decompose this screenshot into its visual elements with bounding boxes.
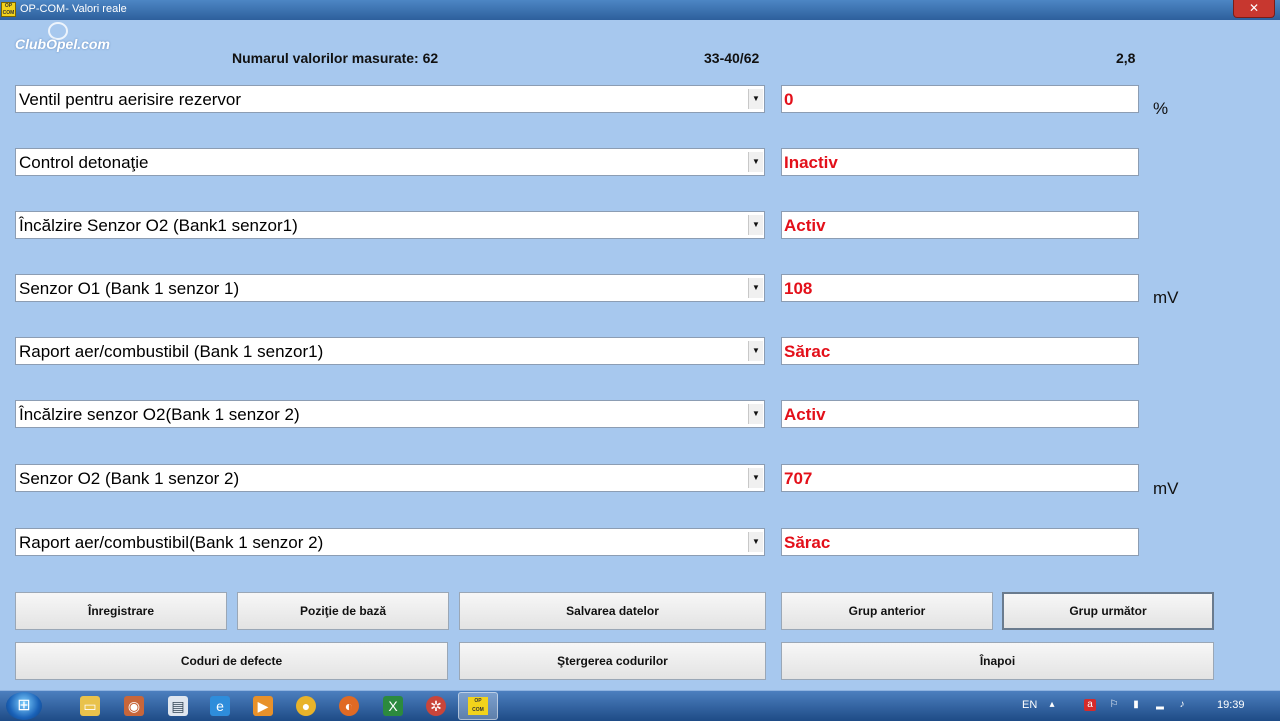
tray-expand-icon[interactable]: ▴ xyxy=(1046,699,1058,711)
parameter-select-2[interactable]: Control detonaţie ▼ xyxy=(15,148,765,176)
opcom-taskbar-icon: OP COM xyxy=(468,697,488,715)
record-button[interactable]: Înregistrare xyxy=(15,592,227,630)
dropdown-arrow-icon[interactable]: ▼ xyxy=(748,152,763,172)
clear-codes-button[interactable]: Ştergerea codurilor xyxy=(459,642,766,680)
value-field-6: Activ xyxy=(781,400,1139,428)
parameter-label: Raport aer/combustibil(Bank 1 senzor 2) xyxy=(19,533,324,552)
value-text: Activ xyxy=(784,216,826,235)
media-icon[interactable]: ◉ xyxy=(124,696,144,716)
base-position-button[interactable]: Poziţie de bază xyxy=(237,592,449,630)
parameter-select-1[interactable]: Ventil pentru aerisire rezervor ▼ xyxy=(15,85,765,113)
language-indicator[interactable]: EN xyxy=(1022,699,1037,711)
value-text: Sărac xyxy=(784,533,831,552)
unit-label-4: mV xyxy=(1153,288,1179,307)
document-icon[interactable]: ▤ xyxy=(168,696,188,716)
volume-icon[interactable]: ♪ xyxy=(1176,699,1188,711)
opcom-taskbar-button[interactable]: OP COM xyxy=(458,692,498,720)
parameter-label: Senzor O2 (Bank 1 senzor 2) xyxy=(19,469,240,488)
parameter-label: Încălzire Senzor O2 (Bank1 senzor1) xyxy=(19,216,298,235)
value-text: Inactiv xyxy=(784,153,838,172)
parameter-label: Ventil pentru aerisire rezervor xyxy=(19,90,242,109)
parameter-select-4[interactable]: Senzor O1 (Bank 1 senzor 1) ▼ xyxy=(15,274,765,302)
values-range: 33-40/62 xyxy=(704,50,760,66)
unit-label-1: % xyxy=(1153,99,1169,118)
value-text: Sărac xyxy=(784,342,831,361)
parameter-select-5[interactable]: Raport aer/combustibil (Bank 1 senzor1) … xyxy=(15,337,765,365)
opcom-app-icon: OP COM xyxy=(1,2,16,17)
value-text: 108 xyxy=(784,279,813,298)
dropdown-arrow-icon[interactable]: ▼ xyxy=(748,341,763,361)
fault-codes-button[interactable]: Coduri de defecte xyxy=(15,642,448,680)
value-field-1: 0 xyxy=(781,85,1139,113)
previous-group-button[interactable]: Grup anterior xyxy=(781,592,993,630)
dropdown-arrow-icon[interactable]: ▼ xyxy=(748,89,763,109)
parameter-select-8[interactable]: Raport aer/combustibil(Bank 1 senzor 2) … xyxy=(15,528,765,556)
dropdown-arrow-icon[interactable]: ▼ xyxy=(748,532,763,552)
back-button[interactable]: Înapoi xyxy=(781,642,1214,680)
taskbar: ⊞ ▭ ◉ ▤ e ▶ ● ◐ X ✲ OP COM EN ▴ a ⚐ ▮ ▂ … xyxy=(0,690,1280,721)
folder-icon[interactable]: ▭ xyxy=(80,696,100,716)
windows-start-icon[interactable]: ⊞ xyxy=(6,692,42,720)
parameter-select-6[interactable]: Încălzire senzor O2(Bank 1 senzor 2) ▼ xyxy=(15,400,765,428)
value-text: Activ xyxy=(784,405,826,424)
parameter-label: Raport aer/combustibil (Bank 1 senzor1) xyxy=(19,342,324,361)
close-button[interactable]: ✕ xyxy=(1233,0,1275,18)
unit-label-7: mV xyxy=(1153,479,1179,498)
antivirus-icon[interactable]: a xyxy=(1084,699,1096,711)
dropdown-arrow-icon[interactable]: ▼ xyxy=(748,468,763,488)
value-field-8: Sărac xyxy=(781,528,1139,556)
value-field-2: Inactiv xyxy=(781,148,1139,176)
firefox-icon[interactable]: ◐ xyxy=(339,696,359,716)
parameter-label: Control detonaţie xyxy=(19,153,149,172)
tools-icon[interactable]: ✲ xyxy=(426,696,446,716)
value-field-3: Activ xyxy=(781,211,1139,239)
dropdown-arrow-icon[interactable]: ▼ xyxy=(748,215,763,235)
network-icon[interactable]: ▂ xyxy=(1154,699,1166,711)
parameter-select-7[interactable]: Senzor O2 (Bank 1 senzor 2) ▼ xyxy=(15,464,765,492)
value-field-4: 108 xyxy=(781,274,1139,302)
clock[interactable]: 19:39 xyxy=(1217,699,1245,711)
window-title: OP-COM- Valori reale xyxy=(20,3,127,15)
parameter-label: Încălzire senzor O2(Bank 1 senzor 2) xyxy=(19,405,300,424)
value-field-5: Sărac xyxy=(781,337,1139,365)
save-data-button[interactable]: Salvarea datelor xyxy=(459,592,766,630)
clubopel-logo: ClubOpel.com xyxy=(15,36,110,52)
action-center-icon[interactable]: ⚐ xyxy=(1108,699,1120,711)
excel-icon[interactable]: X xyxy=(383,696,403,716)
value-field-7: 707 xyxy=(781,464,1139,492)
value-text: 707 xyxy=(784,469,813,488)
parameter-select-3[interactable]: Încălzire Senzor O2 (Bank1 senzor1) ▼ xyxy=(15,211,765,239)
dropdown-arrow-icon[interactable]: ▼ xyxy=(748,404,763,424)
chrome-icon[interactable]: ● xyxy=(296,696,316,716)
version-label: 2,8 xyxy=(1116,50,1136,66)
media-player-icon[interactable]: ▶ xyxy=(253,696,273,716)
value-text: 0 xyxy=(784,90,794,109)
next-group-button[interactable]: Grup următor xyxy=(1002,592,1214,630)
dropdown-arrow-icon[interactable]: ▼ xyxy=(748,278,763,298)
measured-values-count: Numarul valorilor masurate: 62 xyxy=(232,50,439,66)
internet-explorer-icon[interactable]: e xyxy=(210,696,230,716)
battery-icon[interactable]: ▮ xyxy=(1130,699,1142,711)
parameter-label: Senzor O1 (Bank 1 senzor 1) xyxy=(19,279,240,298)
title-bar: OP COM OP-COM- Valori reale ✕ xyxy=(0,0,1280,20)
